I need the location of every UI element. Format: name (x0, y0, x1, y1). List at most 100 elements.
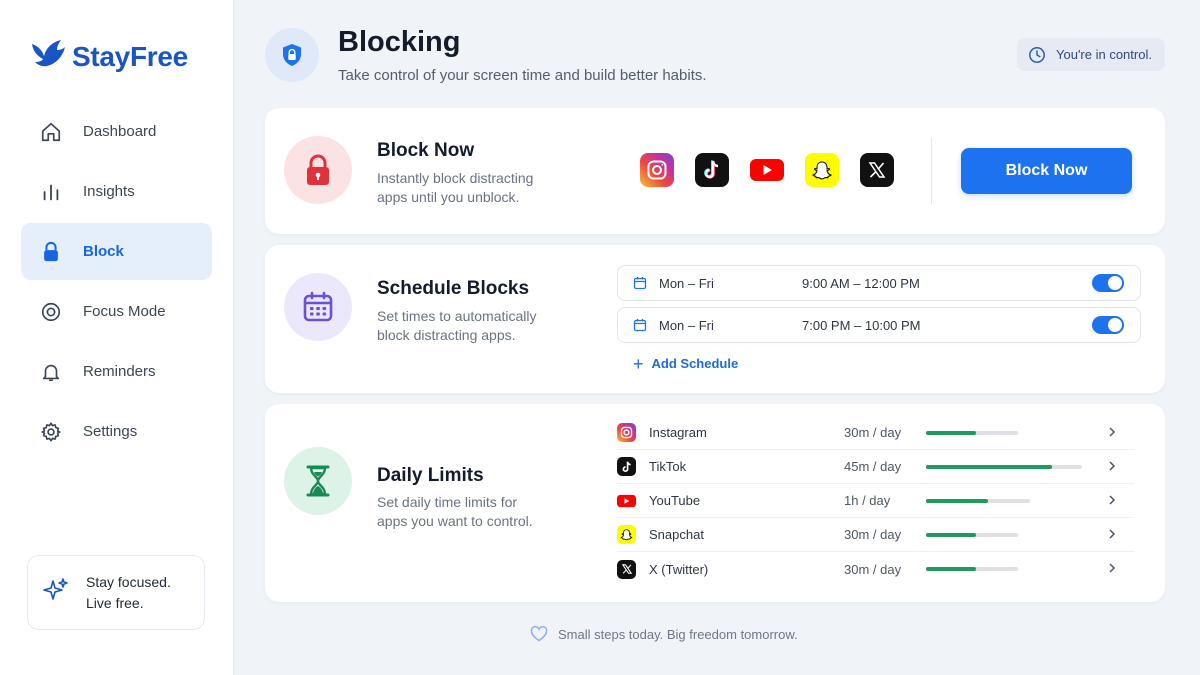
limit-app-name: Snapchat (649, 527, 704, 542)
schedule-title: Schedule Blocks (377, 278, 530, 299)
sidebar-nav: Dashboard Insights Block Focus Mode Remi… (21, 103, 212, 463)
clock-icon (1029, 46, 1045, 63)
chevron-right-icon (1108, 460, 1116, 472)
daily-limits-card: Daily Limits Set daily time limits for a… (265, 404, 1165, 602)
sidebar-item-block[interactable]: Block (21, 223, 212, 280)
limit-value: 45m / day (844, 459, 902, 474)
schedule-time: 7:00 PM – 10:00 PM (802, 317, 921, 333)
divider (931, 138, 932, 204)
limit-progress (926, 430, 1018, 435)
bird-logo-icon (28, 34, 68, 79)
limit-row-youtube[interactable]: YouTube 1h / day (617, 484, 1134, 518)
snapchat-icon[interactable] (805, 153, 839, 187)
schedule-toggle[interactable] (1092, 274, 1124, 292)
footer-text: Small steps today. Big freedom tomorrow. (558, 626, 798, 642)
status-badge-label: You're in control. (1056, 47, 1152, 62)
daily-limits-title: Daily Limits (377, 465, 484, 486)
sidebar-item-label: Settings (83, 423, 138, 440)
page-subtitle: Take control of your screen time and bui… (338, 67, 707, 84)
x-twitter-icon (617, 559, 636, 579)
limit-progress-fill (926, 567, 976, 571)
sidebar-item-focus-mode[interactable]: Focus Mode (21, 283, 212, 340)
desc-line: apps you want to control. (377, 513, 533, 529)
schedule-blocks-card: Schedule Blocks Set times to automatical… (265, 245, 1165, 393)
tiktok-icon (617, 457, 636, 476)
sidebar-item-label: Insights (83, 183, 135, 200)
plus-icon: + (633, 353, 644, 374)
desc-line: Instantly block distracting (377, 170, 534, 186)
brand[interactable]: StayFree (28, 34, 188, 79)
focus-line-1: Stay focused. (86, 573, 171, 590)
limit-value: 1h / day (844, 493, 891, 508)
add-schedule-label: Add Schedule (651, 356, 739, 371)
limit-row-instagram[interactable]: Instagram 30m / day (617, 416, 1134, 450)
chevron-right-icon (1108, 562, 1116, 574)
target-icon (39, 300, 63, 324)
chevron-right-icon (1108, 426, 1116, 438)
limit-progress-fill (926, 464, 1053, 469)
youtube-icon[interactable] (750, 153, 784, 187)
schedule-toggle[interactable] (1092, 316, 1124, 334)
limit-progress-fill (926, 498, 989, 503)
block-now-desc: Instantly block distracting apps until y… (377, 169, 577, 207)
sparkle-icon (42, 576, 70, 609)
limit-progress (926, 532, 1018, 537)
page-title: Blocking (338, 26, 461, 58)
app-name: StayFree (72, 40, 188, 72)
sidebar-item-insights[interactable]: Insights (21, 163, 212, 220)
home-icon (39, 120, 63, 144)
sidebar-item-reminders[interactable]: Reminders (21, 343, 212, 400)
schedule-days: Mon – Fri (659, 275, 714, 291)
schedule-row[interactable]: Mon – Fri 7:00 PM – 10:00 PM (617, 307, 1141, 343)
padlock-icon (284, 136, 352, 204)
sidebar-item-label: Focus Mode (83, 303, 166, 320)
desc-line: Set daily time limits for (377, 494, 518, 510)
calendar-small-icon (633, 276, 647, 290)
status-badge: You're in control. (1017, 38, 1165, 71)
bell-icon (39, 360, 63, 384)
add-schedule-button[interactable]: + Add Schedule (633, 353, 739, 374)
limit-app-name: TikTok (649, 459, 687, 474)
hourglass-icon (284, 447, 352, 515)
focus-line-2: Live free. (86, 594, 144, 611)
limit-progress-fill (926, 532, 976, 537)
sidebar-item-label: Dashboard (83, 123, 157, 140)
youtube-icon (617, 491, 636, 510)
schedule-days: Mon – Fri (659, 317, 714, 333)
limit-app-name: Instagram (649, 425, 707, 440)
desc-line: block distracting apps. (377, 327, 516, 343)
schedule-row[interactable]: Mon – Fri 9:00 AM – 12:00 PM (617, 265, 1141, 301)
calendar-small-icon (633, 318, 647, 332)
limit-row-tiktok[interactable]: TikTok 45m / day (617, 450, 1134, 484)
lock-icon (39, 240, 63, 264)
schedule-time: 9:00 AM – 12:00 PM (802, 275, 920, 291)
instagram-icon (617, 423, 636, 442)
blocked-apps (640, 153, 915, 187)
desc-line: Set times to automatically (377, 308, 537, 324)
sidebar-item-label: Block (83, 243, 124, 260)
limit-progress (926, 498, 1030, 503)
tiktok-icon[interactable] (695, 153, 729, 187)
shield-lock-icon (265, 28, 319, 82)
instagram-icon[interactable] (640, 153, 674, 187)
sidebar-item-dashboard[interactable]: Dashboard (21, 103, 212, 160)
gear-icon (39, 420, 63, 444)
chevron-right-icon (1108, 528, 1116, 540)
footer-tagline: Small steps today. Big freedom tomorrow. (530, 626, 798, 642)
limit-value: 30m / day (844, 527, 902, 542)
sidebar-item-label: Reminders (83, 363, 156, 380)
daily-limits-desc: Set daily time limits for apps you want … (377, 493, 577, 531)
desc-line: apps until you unblock. (377, 189, 520, 205)
sidebar: StayFree Dashboard Insights Block Focus … (0, 0, 234, 675)
sidebar-item-settings[interactable]: Settings (21, 403, 212, 460)
x-twitter-icon[interactable] (860, 153, 894, 187)
block-now-button[interactable]: Block Now (961, 148, 1132, 194)
block-now-title: Block Now (377, 140, 475, 161)
limit-row-snapchat[interactable]: Snapchat 30m / day (617, 518, 1134, 552)
limit-row-x-twitter[interactable]: X (Twitter) 30m / day (617, 552, 1134, 586)
limit-app-name: X (Twitter) (649, 561, 709, 577)
chevron-right-icon (1108, 494, 1116, 506)
limit-value: 30m / day (844, 561, 902, 577)
limit-progress (926, 567, 1018, 571)
snapchat-icon (617, 525, 636, 544)
